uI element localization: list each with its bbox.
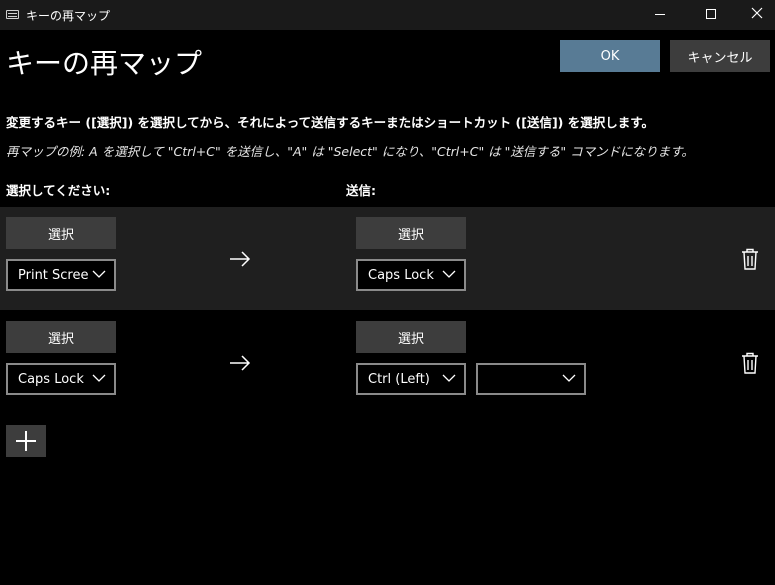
maximize-icon	[706, 9, 716, 19]
select-target-key-button[interactable]: 選択	[356, 321, 466, 353]
trash-icon[interactable]	[741, 352, 759, 374]
original-key-value: Print Scree	[18, 267, 88, 283]
target-key-dropdown[interactable]: Ctrl (Left)	[356, 363, 466, 395]
select-original-key-button[interactable]: 選択	[6, 217, 116, 249]
target-key-dropdown-2[interactable]	[476, 363, 586, 395]
close-icon	[751, 7, 763, 19]
add-mapping-button[interactable]	[6, 425, 46, 457]
chevron-down-icon	[442, 270, 456, 278]
page-title: キーの再マップ	[6, 47, 203, 80]
window-title: キーの再マップ	[26, 9, 111, 23]
original-key-dropdown[interactable]: Print Scree	[6, 259, 116, 291]
send-column-label: 送信:	[346, 183, 376, 198]
select-target-key-button[interactable]: 選択	[356, 217, 466, 249]
close-button[interactable]	[734, 0, 775, 30]
example-text: 再マップの例: A を選択して "Ctrl+C" を送信し、"A" は "Sel…	[6, 144, 694, 159]
chevron-down-icon	[92, 374, 106, 382]
arrow-right-icon	[230, 251, 251, 267]
original-key-dropdown[interactable]: Caps Lock	[6, 363, 116, 395]
keyboard-icon	[6, 10, 19, 19]
title-bar: キーの再マップ	[0, 0, 775, 30]
select-column-label: 選択してください:	[6, 183, 111, 198]
ok-button[interactable]: OK	[560, 40, 660, 72]
select-original-key-button[interactable]: 選択	[6, 321, 116, 353]
cancel-button[interactable]: キャンセル	[670, 40, 770, 72]
target-key-value: Caps Lock	[368, 267, 434, 283]
chevron-down-icon	[442, 374, 456, 382]
maximize-button[interactable]	[688, 0, 734, 30]
chevron-down-icon	[92, 270, 106, 278]
target-key-dropdown[interactable]: Caps Lock	[356, 259, 466, 291]
minimize-button[interactable]	[637, 0, 683, 30]
target-key-value: Ctrl (Left)	[368, 371, 430, 387]
chevron-down-icon	[562, 374, 576, 382]
original-key-value: Caps Lock	[18, 371, 84, 387]
minimize-icon	[655, 14, 665, 15]
trash-icon[interactable]	[741, 248, 759, 270]
arrow-right-icon	[230, 355, 251, 371]
instruction-text: 変更するキー ([選択]) を選択してから、それによって送信するキーまたはショー…	[6, 115, 654, 130]
